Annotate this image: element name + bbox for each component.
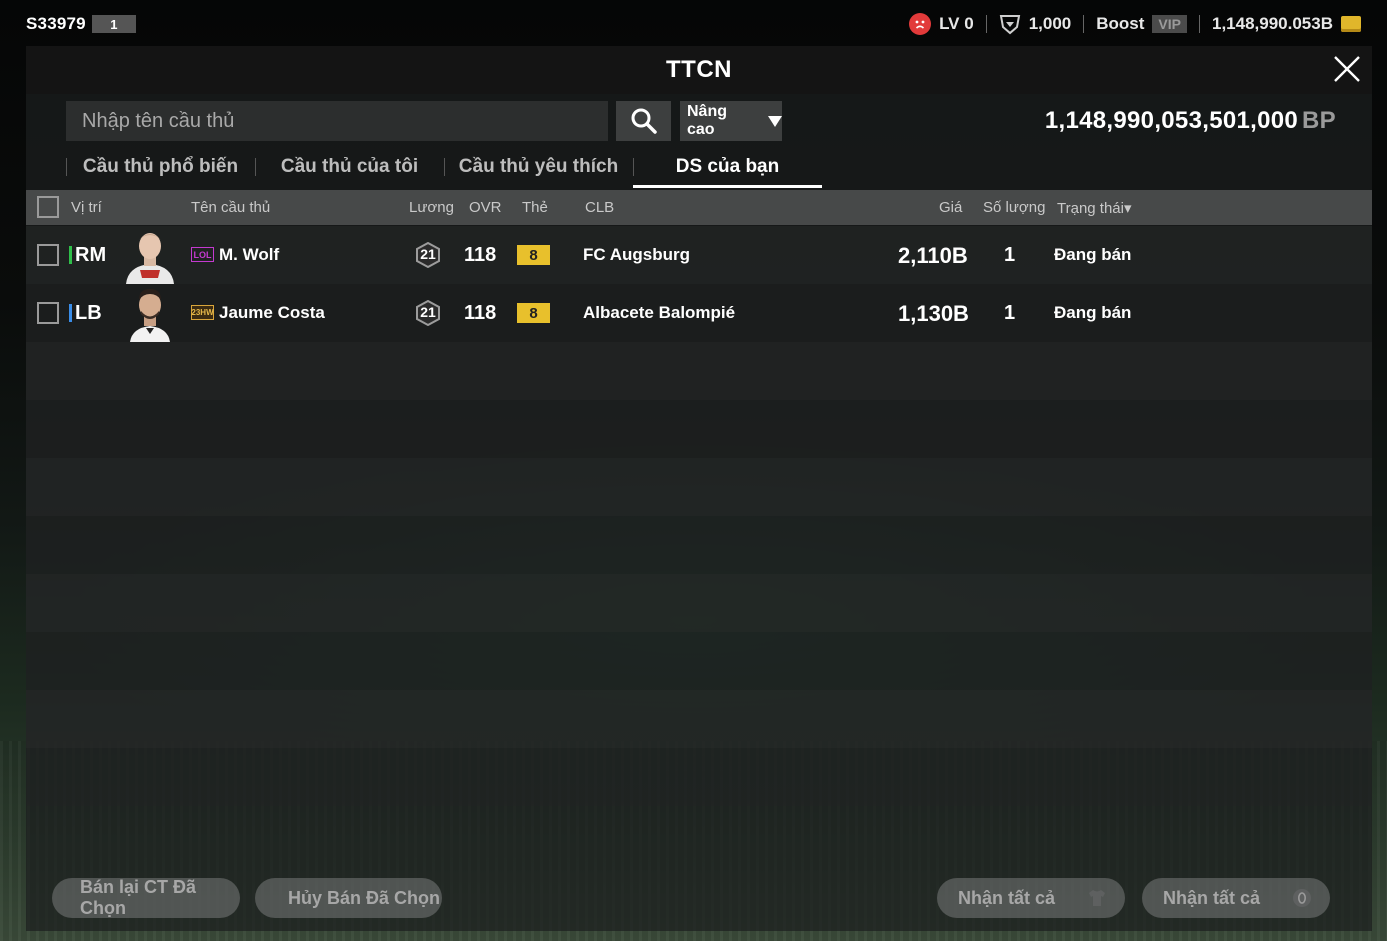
- player-club: FC Augsburg: [583, 245, 691, 264]
- empty-row: [26, 516, 1372, 574]
- cancel-selected-button[interactable]: Hủy Bán Đã Chọn: [255, 878, 442, 918]
- player-avatar: [122, 226, 178, 284]
- panel-header: TTCN: [26, 46, 1372, 94]
- position-color-bar: [69, 304, 72, 322]
- header-ovr: OVR: [469, 199, 502, 216]
- receive-all-players-label: Nhận tất cả: [958, 887, 1056, 908]
- tab-favorite-players[interactable]: Cầu thủ yêu thích: [444, 146, 633, 188]
- card-grade-badge: 8: [517, 245, 550, 265]
- server-badge: 1: [91, 15, 136, 33]
- player-ovr: 118: [464, 302, 497, 324]
- receive-all-bp-button[interactable]: Nhận tất cả: [1142, 878, 1330, 918]
- bp-unit: BP: [1302, 107, 1336, 134]
- shield-icon: [999, 13, 1021, 35]
- season-badge: LOL: [191, 247, 214, 262]
- divider: [1199, 15, 1200, 33]
- header-price: Giá: [939, 199, 963, 216]
- player-club: Albacete Balompié: [583, 303, 736, 322]
- table-row[interactable]: RM LOL M. Wolf 21 118 8 FC Augsburg 2,11…: [26, 226, 1372, 284]
- header-card: Thẻ: [522, 199, 548, 216]
- bp-balance: 1,148,990,053,501,000 BP: [1045, 107, 1336, 135]
- empty-row: [26, 400, 1372, 458]
- bp-balance-value: 1,148,990,053,501,000: [1044, 107, 1299, 134]
- season-badge: 23HW: [191, 305, 214, 320]
- player-search-input[interactable]: [66, 101, 608, 141]
- search-icon: [631, 108, 657, 134]
- player-ovr: 118: [464, 244, 497, 266]
- row-checkbox[interactable]: [37, 302, 59, 324]
- advanced-filter-label: Nâng cao: [687, 103, 727, 138]
- empty-row: [26, 574, 1372, 632]
- player-price: 2,110B: [898, 243, 968, 268]
- vip-badge: VIP: [1152, 15, 1187, 33]
- divider: [1083, 15, 1085, 33]
- header-salary: Lương: [409, 199, 454, 216]
- tab-popular-players[interactable]: Cầu thủ phổ biến: [66, 146, 255, 188]
- position-color-bar: [69, 246, 72, 264]
- player-price: 1,130B: [898, 301, 969, 326]
- boost-label: Boost: [1096, 14, 1145, 33]
- top-status-bar: S33979 1 LV 0 1,000 Boost VIP 1,148,990.…: [0, 0, 1387, 48]
- level-text: LV 0: [939, 14, 974, 33]
- tab-my-players[interactable]: Cầu thủ của tôi: [255, 146, 444, 188]
- select-all-checkbox[interactable]: [37, 196, 59, 218]
- header-club: CLB: [585, 199, 615, 216]
- divider: [985, 15, 987, 33]
- listing-status: Đang bán: [1054, 245, 1132, 264]
- empty-row: [26, 342, 1372, 400]
- search-row: Nâng cao 1,148,990,053,501,000BP: [66, 100, 1336, 142]
- row-checkbox[interactable]: [37, 244, 59, 266]
- coin-icon: [1341, 16, 1361, 32]
- resell-selected-label: Bán lại CT Đã Chọn: [80, 877, 197, 918]
- jersey-icon: [1089, 890, 1105, 906]
- shield-value: 1,000: [1028, 14, 1072, 33]
- tab-my-listings[interactable]: DS của bạn: [633, 146, 822, 188]
- player-salary: 21: [420, 246, 436, 262]
- empty-row: [26, 748, 1372, 806]
- player-quantity: 1: [1004, 244, 1016, 266]
- market-tabs: Cầu thủ phổ biến Cầu thủ của tôi Cầu thủ…: [66, 146, 822, 188]
- advanced-filter-dropdown[interactable]: Nâng cao: [680, 101, 782, 141]
- empty-row: [26, 632, 1372, 690]
- table-header: Vị trí Tên cầu thủ Lương OVR Thẻ CLB Giá…: [26, 190, 1372, 225]
- close-icon: [1334, 56, 1360, 82]
- header-status-sort[interactable]: Trạng thái▾: [1057, 199, 1132, 217]
- search-button[interactable]: [616, 101, 671, 141]
- player-name: Jaume Costa: [219, 303, 325, 322]
- player-quantity: 1: [1004, 302, 1016, 324]
- table-row[interactable]: LB 23HW Jaume Costa 21 118 8 Albacete Ba…: [26, 284, 1372, 342]
- player-salary: 21: [420, 304, 436, 320]
- page-title: TTCN: [666, 56, 732, 83]
- receive-all-bp-label: Nhận tất cả: [1163, 887, 1261, 908]
- player-position: RM: [75, 244, 107, 266]
- receive-all-players-button[interactable]: Nhận tất cả: [937, 878, 1125, 918]
- player-position: LB: [75, 302, 102, 324]
- header-position: Vị trí: [71, 199, 102, 216]
- empty-row: [26, 690, 1372, 748]
- close-button[interactable]: [1332, 54, 1362, 84]
- caret-down-icon: [768, 115, 782, 127]
- listing-status: Đang bán: [1054, 303, 1132, 322]
- card-grade-badge: 8: [517, 303, 550, 323]
- header-quantity: Số lượng: [983, 199, 1046, 216]
- player-avatar: [122, 284, 178, 342]
- cancel-selected-label: Hủy Bán Đã Chọn: [288, 887, 441, 908]
- currency-value: 1,148,990.053B: [1212, 14, 1333, 33]
- bp-coin-icon: [1293, 889, 1311, 907]
- resell-selected-button[interactable]: Bán lại CT Đã Chọn: [52, 877, 240, 918]
- player-name: M. Wolf: [219, 245, 280, 264]
- level-face-icon: [909, 13, 932, 35]
- header-player-name: Tên cầu thủ: [191, 199, 271, 216]
- topbar-resources: LV 0 1,000 Boost VIP 1,148,990.053B: [909, 13, 1361, 35]
- transfer-market-panel: TTCN Nâng cao 1,148,990,053,501,000BP Cầ…: [26, 46, 1372, 931]
- empty-row: [26, 458, 1372, 516]
- server-id: S33979: [26, 14, 86, 33]
